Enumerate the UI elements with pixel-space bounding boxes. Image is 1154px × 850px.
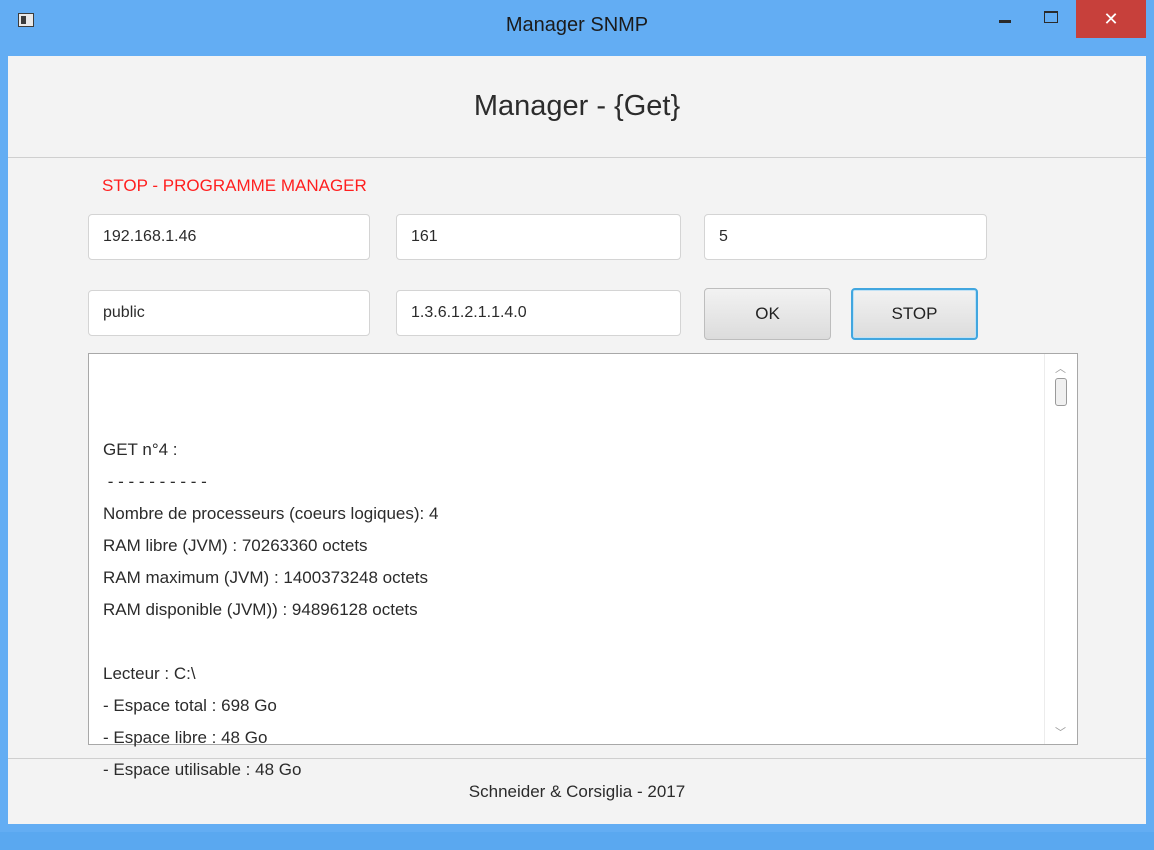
window-title: Manager SNMP bbox=[505, 14, 649, 36]
output-line: RAM libre (JVM) : 70263360 octets bbox=[103, 536, 368, 555]
community-field[interactable]: public bbox=[88, 290, 370, 336]
footer: Schneider & Corsiglia - 2017 bbox=[8, 758, 1146, 825]
output-textarea[interactable]: GET n°4 : - - - - - - - - - - Nombre de p… bbox=[88, 353, 1078, 779]
output-line: - Espace total : 698 Go bbox=[103, 696, 277, 715]
port-field[interactable]: 161 bbox=[396, 214, 681, 260]
close-button[interactable]: ✕ bbox=[1076, 0, 1146, 38]
count-field[interactable]: 5 bbox=[704, 214, 987, 260]
minimize-icon bbox=[999, 19, 1011, 23]
maximize-button[interactable] bbox=[1036, 0, 1066, 34]
output-line: - Espace libre : 48 Go bbox=[103, 728, 268, 747]
close-icon: ✕ bbox=[1103, 8, 1119, 29]
stop-button[interactable]: STOP bbox=[851, 288, 978, 340]
output-line: RAM disponible (JVM)) : 94896128 octets bbox=[103, 600, 418, 619]
scrollbar-thumb[interactable] bbox=[1055, 378, 1067, 406]
output-line: - - - - - - - - - - bbox=[103, 472, 207, 491]
output-line: Lecteur : C:\ bbox=[103, 664, 196, 683]
title-bar[interactable]: Manager SNMP ✕ bbox=[0, 0, 1154, 56]
output-line: GET n°4 : bbox=[103, 440, 178, 459]
output-line: RAM maximum (JVM) : 1400373248 octets bbox=[103, 568, 429, 587]
page-title: Manager - {Get} bbox=[473, 90, 681, 122]
maximize-icon bbox=[1044, 11, 1058, 23]
oid-field[interactable]: 1.3.6.1.2.1.1.4.0 bbox=[396, 290, 681, 336]
footer-credit: Schneider & Corsiglia - 2017 bbox=[468, 782, 686, 801]
status-label: STOP - PROGRAMME MANAGER bbox=[102, 176, 367, 195]
ip-address-field[interactable]: 192.168.1.46 bbox=[88, 214, 370, 260]
app-window: Manager SNMP ✕ Manager - {Get} STOP - PR… bbox=[0, 0, 1154, 832]
minimize-button[interactable] bbox=[990, 0, 1020, 34]
vertical-scrollbar[interactable]: ︿ ﹀ bbox=[1044, 354, 1077, 744]
output-line: Nombre de processeurs (coeurs logiques):… bbox=[103, 504, 439, 523]
chevron-down-icon[interactable]: ﹀ bbox=[1055, 724, 1066, 740]
ok-button[interactable]: OK bbox=[704, 288, 831, 340]
page-header: Manager - {Get} bbox=[8, 56, 1146, 158]
chevron-up-icon[interactable]: ︿ bbox=[1055, 360, 1066, 376]
